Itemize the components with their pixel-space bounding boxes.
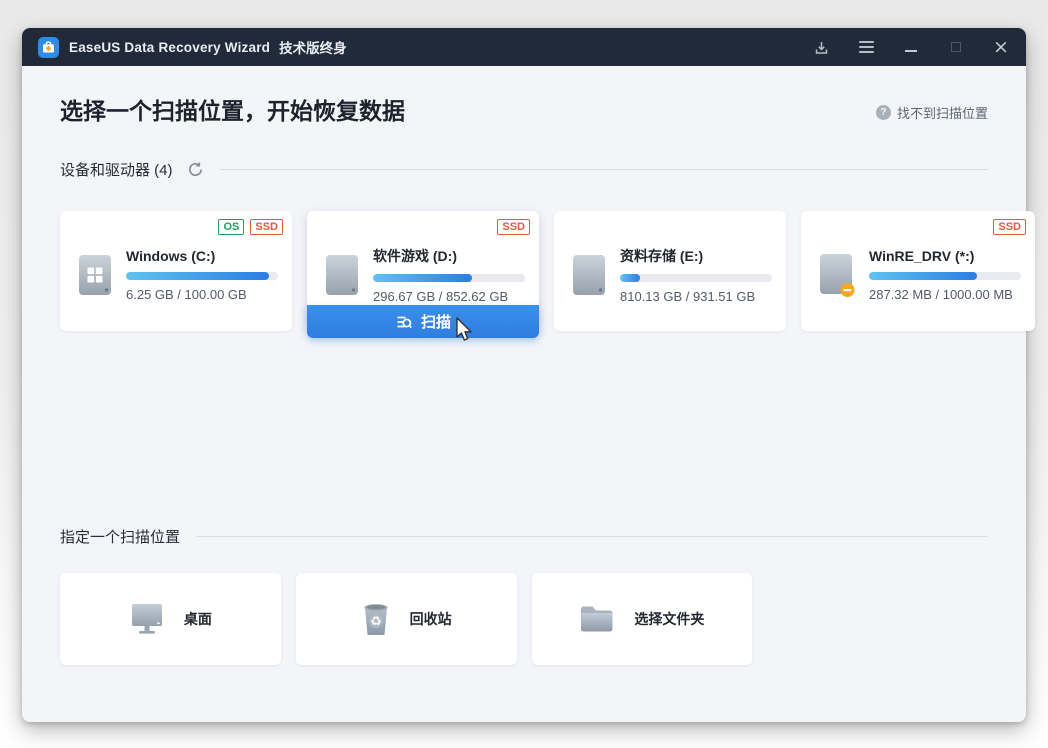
svg-text:♻: ♻ [370, 615, 382, 630]
window-controls: × [812, 38, 1010, 56]
usage-bar [620, 274, 772, 282]
drive-name: Windows (C:) [126, 248, 278, 264]
drive-card-d[interactable]: SSD 软件游戏 (D:) 296.67 GB / 852. [307, 211, 539, 331]
desktop-icon [129, 602, 165, 636]
app-window: EaseUS Data Recovery Wizard 技术版终身 × [22, 28, 1026, 722]
scan-icon [395, 313, 413, 331]
drive-icon-windows [77, 254, 113, 296]
select-folder-label: 选择文件夹 [634, 609, 704, 629]
drives-section-label: 设备和驱动器 (4) [60, 159, 173, 180]
section-divider [196, 536, 988, 537]
drive-name: 资料存储 (E:) [620, 246, 772, 266]
main-content: 选择一个扫描位置，开始恢复数据 ? 找不到扫描位置 设备和驱动器 (4) [22, 66, 1026, 722]
drive-size: 296.67 GB / 852.62 GB [373, 289, 525, 304]
drive-name: WinRE_DRV (*:) [869, 248, 1021, 264]
recycle-bin-label: 回收站 [410, 609, 452, 629]
page-title: 选择一个扫描位置，开始恢复数据 [60, 96, 405, 126]
location-cards: 桌面 ♻ 回收站 [60, 573, 988, 665]
locations-section-header: 指定一个扫描位置 [60, 526, 988, 547]
scan-button[interactable]: 扫描 [307, 305, 539, 338]
os-badge: OS [218, 219, 244, 235]
locations-section-label: 指定一个扫描位置 [60, 526, 180, 547]
usage-bar [869, 272, 1021, 280]
desktop-card[interactable]: 桌面 [60, 573, 281, 665]
export-download-icon[interactable] [812, 38, 830, 56]
ssd-badge: SSD [250, 219, 283, 235]
drive-icon [571, 254, 607, 296]
app-edition: 技术版终身 [279, 37, 347, 57]
ssd-badge: SSD [993, 219, 1026, 235]
menu-icon[interactable] [857, 38, 875, 56]
folder-icon [579, 604, 615, 634]
drive-icon [324, 254, 360, 296]
minimize-button[interactable] [902, 38, 920, 56]
app-logo-icon [38, 37, 59, 58]
drive-cards: OS SSD [60, 211, 988, 331]
recycle-bin-icon: ♻ [361, 601, 391, 637]
close-button[interactable]: × [992, 38, 1010, 56]
drive-name: 软件游戏 (D:) [373, 246, 525, 266]
drive-card-e[interactable]: 资料存储 (E:) 810.13 GB / 931.51 GB [554, 211, 786, 331]
scan-button-label: 扫描 [421, 311, 451, 332]
refresh-icon[interactable] [187, 161, 204, 178]
drive-card-winre[interactable]: SSD WinRE_DRV (*:) [801, 211, 1035, 331]
maximize-button[interactable] [947, 38, 965, 56]
cant-find-location-link[interactable]: ? 找不到扫描位置 [876, 103, 988, 122]
select-folder-card[interactable]: 选择文件夹 [532, 573, 753, 665]
section-divider [220, 169, 988, 170]
drive-icon-noletter [818, 253, 856, 297]
titlebar: EaseUS Data Recovery Wizard 技术版终身 × [22, 28, 1026, 66]
drive-size: 6.25 GB / 100.00 GB [126, 287, 278, 302]
drive-size: 810.13 GB / 931.51 GB [620, 289, 772, 304]
help-link-label: 找不到扫描位置 [897, 103, 988, 122]
ssd-badge: SSD [497, 219, 530, 235]
app-title: EaseUS Data Recovery Wizard [69, 40, 270, 55]
recycle-bin-card[interactable]: ♻ 回收站 [296, 573, 517, 665]
usage-bar [373, 274, 525, 282]
help-icon: ? [876, 105, 891, 120]
desktop-label: 桌面 [184, 609, 212, 629]
drives-section-header: 设备和驱动器 (4) [60, 159, 988, 180]
usage-bar [126, 272, 278, 280]
drive-card-c[interactable]: OS SSD [60, 211, 292, 331]
drive-size: 287.32 MB / 1000.00 MB [869, 287, 1021, 302]
